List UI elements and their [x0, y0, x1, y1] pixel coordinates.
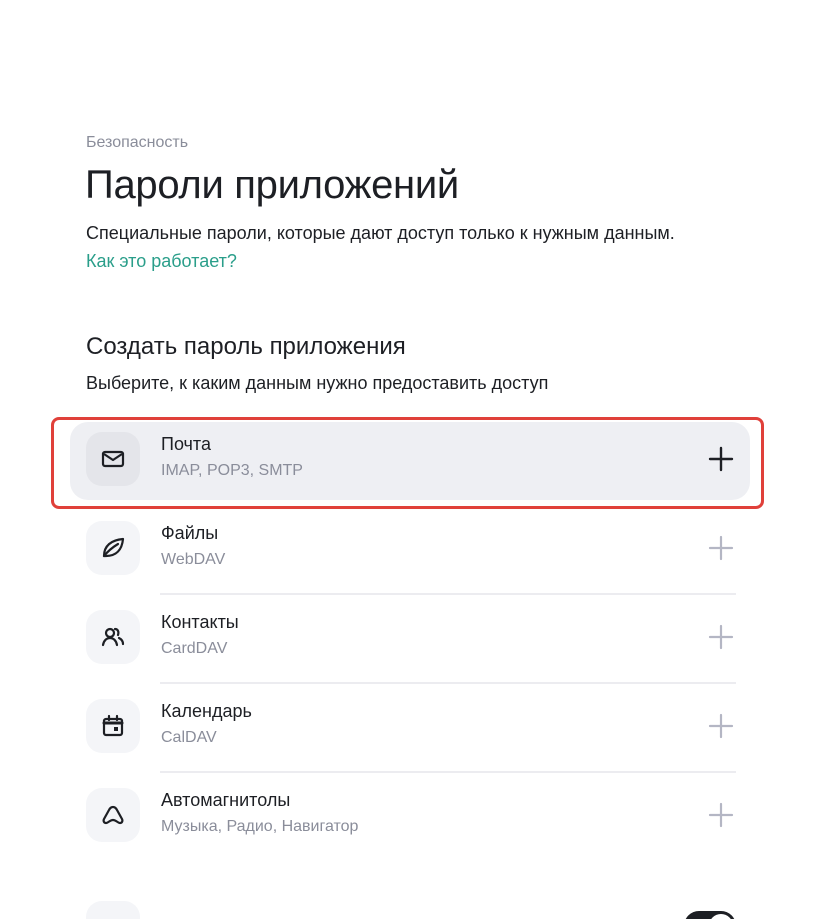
add-calendar-password-button[interactable] — [706, 711, 736, 741]
contacts-icon — [86, 610, 140, 664]
app-passwords-page: Безопасность Пароли приложений Специальн… — [0, 0, 825, 919]
access-item-subtitle: WebDAV — [161, 551, 226, 568]
plus-icon — [708, 535, 734, 561]
files-leaf-icon — [86, 521, 140, 575]
how-it-works-link[interactable]: Как это работает? — [86, 251, 237, 271]
access-type-list: Почта IMAP, POP3, SMTP Файлы WebDAV Конт… — [70, 422, 750, 867]
plus-icon — [708, 802, 734, 828]
plus-icon — [708, 624, 734, 650]
divider — [160, 682, 736, 684]
access-item-calendar[interactable]: Календарь CalDAV — [70, 689, 750, 773]
calendar-icon — [86, 699, 140, 753]
access-item-subtitle: CalDAV — [161, 729, 217, 746]
access-item-subtitle: Музыка, Радио, Навигатор — [161, 818, 359, 835]
plus-icon — [708, 446, 734, 472]
partially-visible-toggle[interactable] — [684, 911, 736, 919]
access-item-subtitle: IMAP, POP3, SMTP — [161, 462, 303, 479]
access-item-title: Календарь — [161, 701, 252, 721]
access-item-contacts[interactable]: Контакты CardDAV — [70, 600, 750, 684]
plus-icon — [708, 713, 734, 739]
add-mail-password-button[interactable] — [706, 444, 736, 474]
page-description: Специальные пароли, которые дают доступ … — [86, 219, 686, 275]
car-audio-icon — [86, 788, 140, 842]
access-item-files[interactable]: Файлы WebDAV — [70, 511, 750, 595]
description-text: Специальные пароли, которые дают доступ … — [86, 223, 675, 243]
breadcrumb[interactable]: Безопасность — [86, 134, 188, 152]
page-title: Пароли приложений — [85, 163, 459, 207]
section-title: Создать пароль приложения — [86, 333, 406, 360]
access-item-title: Файлы — [161, 523, 219, 543]
access-item-mail[interactable]: Почта IMAP, POP3, SMTP — [70, 422, 750, 500]
access-item-title: Контакты — [161, 612, 239, 632]
add-files-password-button[interactable] — [706, 533, 736, 563]
add-contacts-password-button[interactable] — [706, 622, 736, 652]
add-car-audio-password-button[interactable] — [706, 800, 736, 830]
section-subtitle: Выберите, к каким данным нужно предостав… — [86, 373, 549, 393]
access-item-subtitle: CardDAV — [161, 640, 228, 657]
access-item-title: Автомагнитолы — [161, 790, 291, 810]
access-item-title: Почта — [161, 434, 211, 454]
divider — [160, 593, 736, 595]
partially-visible-item-icon — [86, 901, 140, 919]
access-item-car-audio[interactable]: Автомагнитолы Музыка, Радио, Навигатор — [70, 778, 750, 856]
mail-icon — [86, 432, 140, 486]
divider — [160, 771, 736, 773]
